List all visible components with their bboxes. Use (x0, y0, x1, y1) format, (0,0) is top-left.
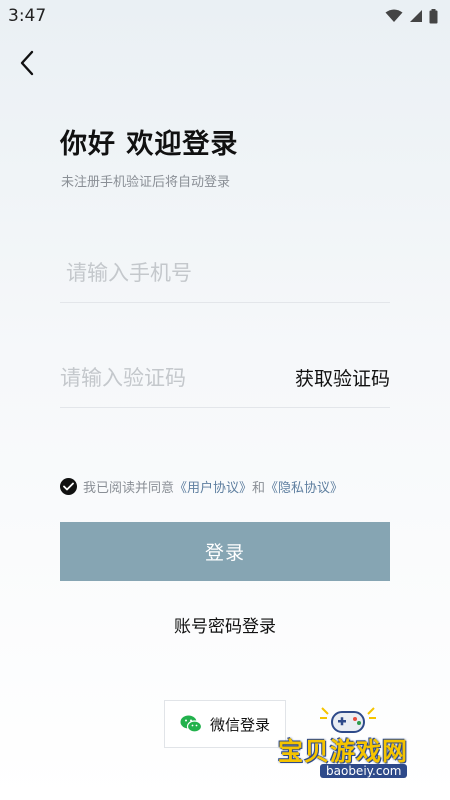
watermark-url: baobeiy.com (320, 764, 408, 778)
page-subtitle: 未注册手机验证后将自动登录 (61, 175, 231, 190)
agreement-checkbox[interactable] (60, 478, 77, 495)
wechat-icon (180, 715, 202, 733)
watermark-logo: 宝贝游戏网 baobeiy.com (278, 702, 426, 782)
agreement-conjunction: 和 (252, 481, 266, 496)
wechat-login-label: 微信登录 (209, 715, 270, 734)
agreement-prefix: 我已阅读并同意 (83, 481, 175, 496)
status-icons (385, 8, 438, 24)
get-code-button[interactable]: 获取验证码 (295, 364, 390, 391)
wifi-icon (385, 9, 403, 22)
phone-field (60, 243, 390, 303)
back-button[interactable] (12, 48, 42, 78)
wechat-login-button[interactable]: 微信登录 (164, 700, 286, 748)
user-agreement-link[interactable]: 《用户协议》 (174, 477, 252, 496)
status-bar: 3:47 (0, 0, 450, 32)
password-login-link[interactable]: 账号密码登录 (0, 612, 450, 637)
code-field: 获取验证码 (60, 348, 390, 408)
privacy-policy-link[interactable]: 《隐私协议》 (265, 477, 343, 496)
battery-icon (429, 8, 438, 23)
login-button[interactable]: 登录 (60, 522, 390, 581)
agreement-row: 我已阅读并同意 《用户协议》 和 《隐私协议》 (60, 477, 343, 496)
signal-icon (410, 10, 422, 22)
chevron-left-icon (20, 50, 34, 76)
page-title: 你好 欢迎登录 (60, 129, 239, 160)
verification-code-input[interactable] (60, 365, 280, 390)
watermark-text: 宝贝游戏网 (278, 737, 409, 766)
status-time: 3:47 (8, 6, 47, 26)
check-icon (63, 482, 74, 491)
phone-input[interactable] (66, 260, 286, 285)
